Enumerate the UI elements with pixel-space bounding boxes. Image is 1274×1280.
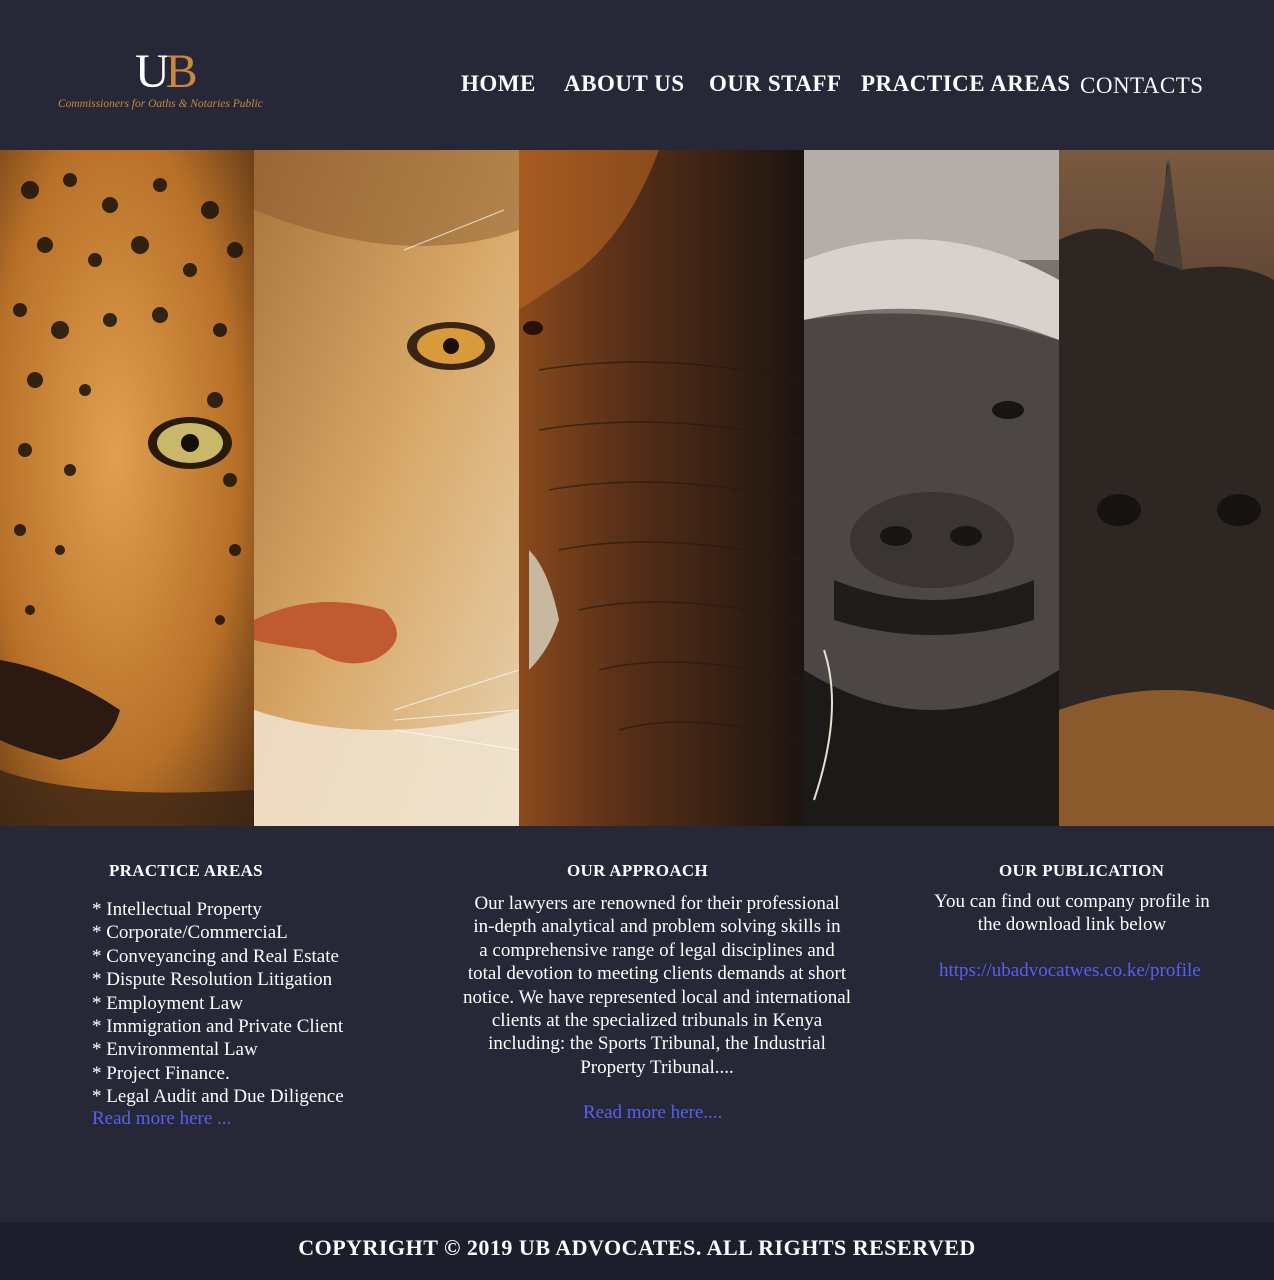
list-item: * Legal Audit and Due Diligence — [92, 1086, 344, 1108]
our-approach-text: Our lawyers are renowned for their profe… — [452, 892, 862, 1079]
hero-panel-rhino — [1059, 150, 1274, 826]
list-item: * Immigration and Private Client — [92, 1016, 344, 1038]
list-item: * Dispute Resolution Litigation — [92, 969, 333, 991]
hero-panel-buffalo — [804, 150, 1059, 826]
nav-our-staff[interactable]: OUR STAFF — [709, 68, 842, 100]
nav-home[interactable]: HOME — [461, 68, 536, 100]
approach-line: clients at the specialized tribunals in … — [491, 1010, 823, 1032]
practice-areas-title: PRACTICE AREAS — [109, 861, 263, 880]
publication-line: You can find out company profile in — [934, 891, 1210, 912]
list-item: * Corporate/CommerciaL — [92, 922, 288, 944]
hero-panel-lion — [254, 150, 519, 826]
nav-contacts[interactable]: CONTACTS — [1080, 70, 1204, 102]
hero-banner — [0, 150, 1274, 826]
list-item: * Intellectual Property — [92, 899, 262, 920]
approach-line: a comprehensive range of legal disciplin… — [479, 939, 835, 961]
hero-panel-leopard — [0, 150, 254, 826]
buffalo-image — [804, 150, 1059, 826]
main-nav: HOME ABOUT US OUR STAFF PRACTICE AREAS C… — [0, 68, 1274, 104]
profile-download-link[interactable]: https://ubadvocatwes.co.ke/profile — [939, 960, 1201, 982]
list-item: * Conveyancing and Real Estate — [92, 945, 339, 967]
list-item: * Employment Law — [92, 992, 243, 1014]
publication-line: the download link below — [977, 914, 1167, 936]
approach-line: Our lawyers are renowned for their profe… — [474, 893, 840, 914]
approach-line: Property Tribunal.... — [580, 1056, 734, 1078]
site-header: UB Commissioners for Oaths & Notaries Pu… — [0, 0, 1274, 150]
site-footer: COPYRIGHT © 2019 UB ADVOCATES. ALL RIGHT… — [0, 1222, 1274, 1280]
our-approach-title: OUR APPROACH — [567, 861, 709, 880]
publication-text: You can find out company profile in the … — [912, 890, 1232, 937]
copyright-text: COPYRIGHT © 2019 UB ADVOCATES. ALL RIGHT… — [298, 1235, 976, 1260]
elephant-image — [519, 150, 804, 826]
list-item: * Project Finance. — [92, 1062, 230, 1084]
leopard-image — [0, 150, 254, 826]
practice-read-more-link[interactable]: Read more here ... — [92, 1108, 231, 1130]
approach-line: including: the Sports Tribunal, the Indu… — [488, 1033, 826, 1055]
approach-line: in-depth analytical and problem solving … — [473, 916, 841, 938]
hero-panel-elephant — [519, 150, 804, 826]
nav-practice-areas[interactable]: PRACTICE AREAS — [861, 68, 1071, 100]
lion-image — [254, 150, 519, 826]
nav-about-us[interactable]: ABOUT US — [564, 68, 685, 100]
our-publication-title: OUR PUBLICATION — [999, 861, 1165, 880]
rhino-image — [1059, 150, 1274, 826]
list-item: * Environmental Law — [92, 1039, 258, 1061]
approach-line: notice. We have represented local and in… — [463, 986, 851, 1008]
approach-read-more-link[interactable]: Read more here.... — [583, 1102, 722, 1124]
approach-line: total devotion to meeting clients demand… — [467, 963, 847, 985]
practice-areas-list: * Intellectual Property * Corporate/Comm… — [92, 898, 392, 1109]
